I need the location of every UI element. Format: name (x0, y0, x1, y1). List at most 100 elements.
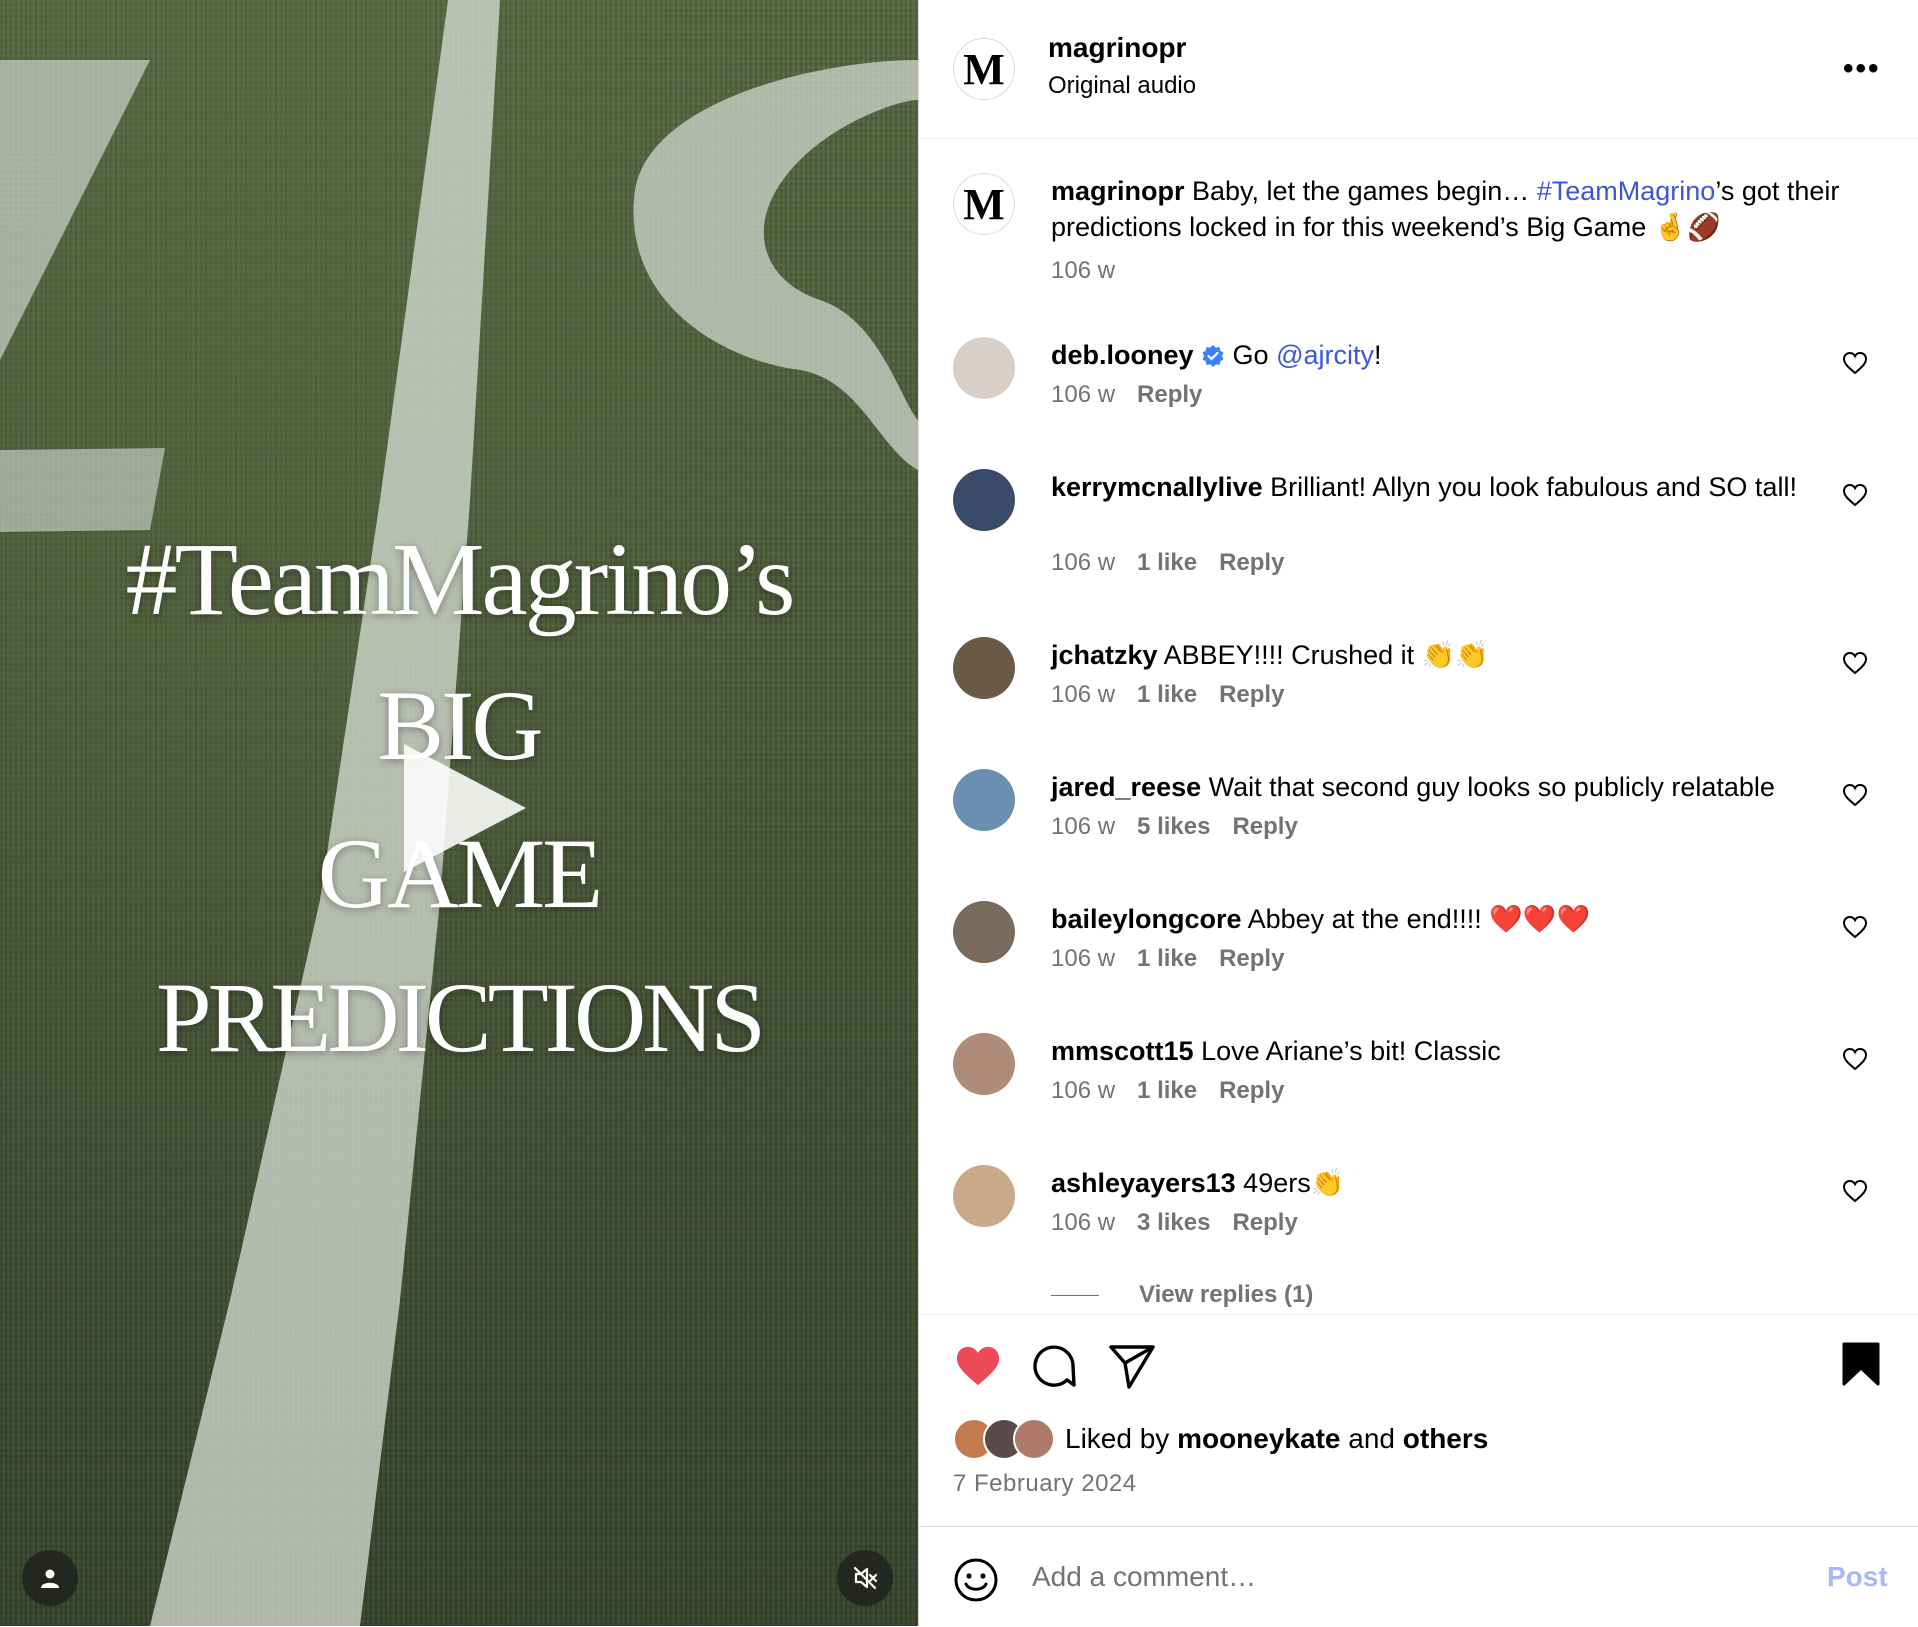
reply-button[interactable]: Reply (1232, 813, 1297, 840)
like-comment-heart-icon[interactable] (1842, 915, 1868, 939)
commenter-avatar[interactable] (953, 1165, 1015, 1227)
like-comment-heart-icon[interactable] (1842, 1179, 1868, 1203)
replies-divider (1051, 1295, 1099, 1297)
commenter-avatar[interactable] (953, 469, 1015, 531)
comment-icon[interactable] (1029, 1341, 1079, 1391)
post-actions: Liked by mooneykate and others 7 Februar… (919, 1314, 1918, 1527)
comments-list[interactable]: M magrinopr Baby, let the games begin… #… (919, 139, 1918, 1314)
post-side-panel: M magrinopr Original audio ••• M magrino… (918, 0, 1918, 1626)
post-date[interactable]: 7 February 2024 (953, 1470, 1137, 1498)
caption-text: magrinopr Baby, let the games begin… #Te… (1051, 173, 1851, 245)
header-username[interactable]: magrinopr (1048, 32, 1186, 64)
reply-button[interactable]: Reply (1219, 1077, 1284, 1104)
comment-time[interactable]: 106 w (1051, 813, 1115, 840)
mention-link[interactable]: @ajrcity (1276, 340, 1374, 370)
comment-username[interactable]: mmscott15 (1051, 1036, 1194, 1066)
caption-time[interactable]: 106 w (1051, 257, 1115, 284)
commenter-avatar[interactable] (953, 337, 1015, 399)
caption-username[interactable]: magrinopr (1051, 176, 1185, 206)
like-comment-heart-icon[interactable] (1842, 483, 1868, 507)
comment-text: kerrymcnallylive Brilliant! Allyn you lo… (1051, 469, 1851, 505)
comment-meta: 106 w 1 like Reply (1051, 681, 1306, 709)
audio-label[interactable]: Original audio (1048, 72, 1196, 100)
liked-by-user[interactable]: mooneykate (1177, 1423, 1340, 1455)
post-button[interactable]: Post (1827, 1561, 1888, 1593)
comment-time[interactable]: 106 w (1051, 681, 1115, 708)
comment-likes[interactable]: 1 like (1137, 549, 1197, 576)
comment-time[interactable]: 106 w (1051, 1209, 1115, 1236)
comment-text: jchatzky ABBEY!!!! Crushed it 👏👏 (1051, 637, 1851, 673)
comment-time[interactable]: 106 w (1051, 381, 1115, 408)
caption-meta: 106 w (1051, 257, 1137, 285)
comment-username[interactable]: baileylongcore (1051, 904, 1242, 934)
comment-meta: 106 w 1 like Reply (1051, 1077, 1306, 1105)
save-bookmark-icon[interactable] (1841, 1341, 1881, 1387)
post-header: M magrinopr Original audio ••• (919, 0, 1918, 139)
caption-text-part: Baby, let the games begin… (1184, 176, 1537, 206)
comment-input[interactable]: Add a comment… (1032, 1561, 1256, 1593)
comment-username[interactable]: kerrymcnallylive (1051, 472, 1263, 502)
commenter-avatar[interactable] (953, 901, 1015, 963)
avatar (1013, 1418, 1055, 1460)
reply-button[interactable]: Reply (1219, 681, 1284, 708)
speaker-muted-icon (853, 1566, 878, 1590)
reel-video[interactable]: #TeamMagrino’s BIG GAME PREDICTIONS (0, 0, 918, 1626)
comment-likes[interactable]: 1 like (1137, 1077, 1197, 1104)
comment-likes[interactable]: 3 likes (1137, 1209, 1210, 1236)
comment-username[interactable]: jchatzky (1051, 640, 1158, 670)
comment-text-part: ! (1373, 340, 1382, 370)
emoji-icon[interactable] (953, 1557, 999, 1603)
like-heart-icon[interactable] (953, 1343, 1003, 1389)
comment-likes[interactable]: 1 like (1137, 681, 1197, 708)
share-icon[interactable] (1107, 1341, 1157, 1391)
comment-text-part: 49ers👏 (1235, 1168, 1345, 1198)
comment-meta: 106 w 5 likes Reply (1051, 813, 1320, 841)
comment-text: jared_reese Wait that second guy looks s… (1051, 769, 1871, 805)
like-comment-heart-icon[interactable] (1842, 783, 1868, 807)
comment-text: mmscott15 Love Ariane’s bit! Classic (1051, 1033, 1851, 1069)
reply-button[interactable]: Reply (1219, 549, 1284, 576)
comment-text-part: Love Ariane’s bit! Classic (1193, 1036, 1501, 1066)
reply-button[interactable]: Reply (1219, 945, 1284, 972)
view-replies-label: View replies (1) (1139, 1281, 1314, 1308)
comment-text-part: ABBEY!!!! Crushed it 👏👏 (1157, 640, 1489, 670)
view-replies-button[interactable]: View replies (1) (1051, 1281, 1313, 1309)
comment-username[interactable]: deb.looney (1051, 340, 1194, 370)
hashtag-link[interactable]: #TeamMagrino (1537, 176, 1716, 206)
play-icon[interactable] (404, 744, 526, 872)
avatar[interactable]: M (953, 38, 1015, 100)
liked-by-prefix: Liked by (1065, 1423, 1178, 1454)
liker-avatars[interactable] (953, 1418, 1055, 1460)
comment-time[interactable]: 106 w (1051, 549, 1115, 576)
overlay-title-line-4: PREDICTIONS (155, 962, 766, 1073)
commenter-avatar[interactable] (953, 769, 1015, 831)
comment-text-part: Go (1225, 340, 1277, 370)
caption-avatar[interactable]: M (953, 173, 1015, 235)
comment-text-part: Brilliant! Allyn you look fabulous and S… (1262, 472, 1797, 502)
reply-button[interactable]: Reply (1232, 1209, 1297, 1236)
tagged-users-button[interactable] (22, 1550, 78, 1606)
comment-likes[interactable]: 5 likes (1137, 813, 1210, 840)
reply-button[interactable]: Reply (1137, 381, 1202, 408)
liked-by: Liked by mooneykate and others (953, 1418, 1489, 1460)
overlay-title-line-1: #TeamMagrino’s (125, 522, 795, 637)
commenter-avatar[interactable] (953, 1033, 1015, 1095)
mute-button[interactable] (837, 1550, 893, 1606)
verified-badge-icon (1202, 345, 1224, 367)
comment-likes[interactable]: 1 like (1137, 945, 1197, 972)
comment-text: baileylongcore Abbey at the end!!!! ❤️❤️… (1051, 901, 1851, 937)
comment-meta: 106 w 1 like Reply (1051, 549, 1306, 577)
comment-time[interactable]: 106 w (1051, 1077, 1115, 1104)
like-comment-heart-icon[interactable] (1842, 1047, 1868, 1071)
comment-text-part: Wait that second guy looks so publicly r… (1201, 772, 1775, 802)
comment-meta: 106 w 3 likes Reply (1051, 1209, 1320, 1237)
comment-meta: 106 w 1 like Reply (1051, 945, 1306, 973)
like-comment-heart-icon[interactable] (1842, 651, 1868, 675)
comment-time[interactable]: 106 w (1051, 945, 1115, 972)
more-options-icon[interactable]: ••• (1843, 52, 1881, 86)
comment-username[interactable]: jared_reese (1051, 772, 1201, 802)
liked-by-others[interactable]: others (1403, 1423, 1489, 1455)
like-comment-heart-icon[interactable] (1842, 351, 1868, 375)
commenter-avatar[interactable] (953, 637, 1015, 699)
comment-username[interactable]: ashleyayers13 (1051, 1168, 1236, 1198)
